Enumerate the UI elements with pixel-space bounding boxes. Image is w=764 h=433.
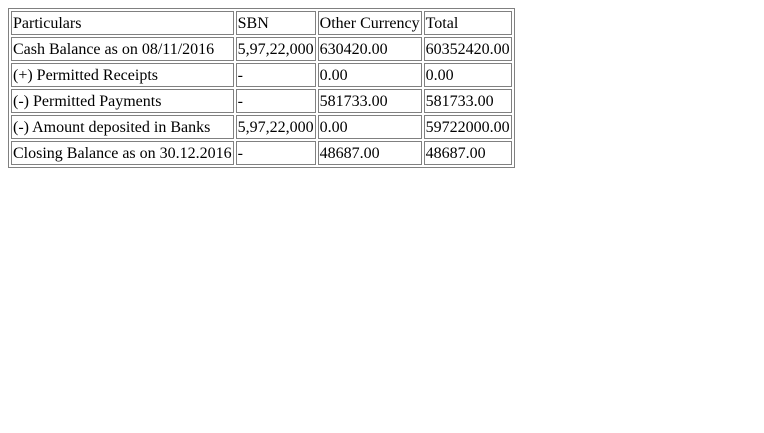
- header-total: Total: [423, 11, 512, 35]
- cell-other-currency: 581733.00: [317, 89, 422, 113]
- cell-particulars: Closing Balance as on 30.12.2016: [11, 141, 234, 165]
- table-header-row: Particulars SBN Other Currency Total: [11, 11, 512, 35]
- cell-sbn: 5,97,22,000: [235, 115, 316, 139]
- cell-particulars: Cash Balance as on 08/11/2016: [11, 37, 234, 61]
- cell-particulars: (-) Amount deposited in Banks: [11, 115, 234, 139]
- table-row: Cash Balance as on 08/11/2016 5,97,22,00…: [11, 37, 512, 61]
- header-particulars: Particulars: [11, 11, 234, 35]
- cell-total: 60352420.00: [423, 37, 512, 61]
- cell-particulars: (+) Permitted Receipts: [11, 63, 234, 87]
- cell-other-currency: 0.00: [317, 63, 422, 87]
- table-row: Closing Balance as on 30.12.2016 - 48687…: [11, 141, 512, 165]
- cell-sbn: -: [235, 141, 316, 165]
- cell-particulars: (-) Permitted Payments: [11, 89, 234, 113]
- cell-total: 0.00: [423, 63, 512, 87]
- cell-sbn: 5,97,22,000: [235, 37, 316, 61]
- cell-sbn: -: [235, 63, 316, 87]
- table-row: (-) Amount deposited in Banks 5,97,22,00…: [11, 115, 512, 139]
- table-row: (-) Permitted Payments - 581733.00 58173…: [11, 89, 512, 113]
- cell-other-currency: 630420.00: [317, 37, 422, 61]
- cell-total: 581733.00: [423, 89, 512, 113]
- cell-sbn: -: [235, 89, 316, 113]
- header-sbn: SBN: [235, 11, 316, 35]
- table-row: (+) Permitted Receipts - 0.00 0.00: [11, 63, 512, 87]
- report-container: Particulars SBN Other Currency Total Cas…: [8, 8, 515, 168]
- cell-other-currency: 0.00: [317, 115, 422, 139]
- cell-other-currency: 48687.00: [317, 141, 422, 165]
- cell-total: 59722000.00: [423, 115, 512, 139]
- header-other-currency: Other Currency: [317, 11, 422, 35]
- cell-total: 48687.00: [423, 141, 512, 165]
- cash-balance-table: Particulars SBN Other Currency Total Cas…: [8, 8, 515, 168]
